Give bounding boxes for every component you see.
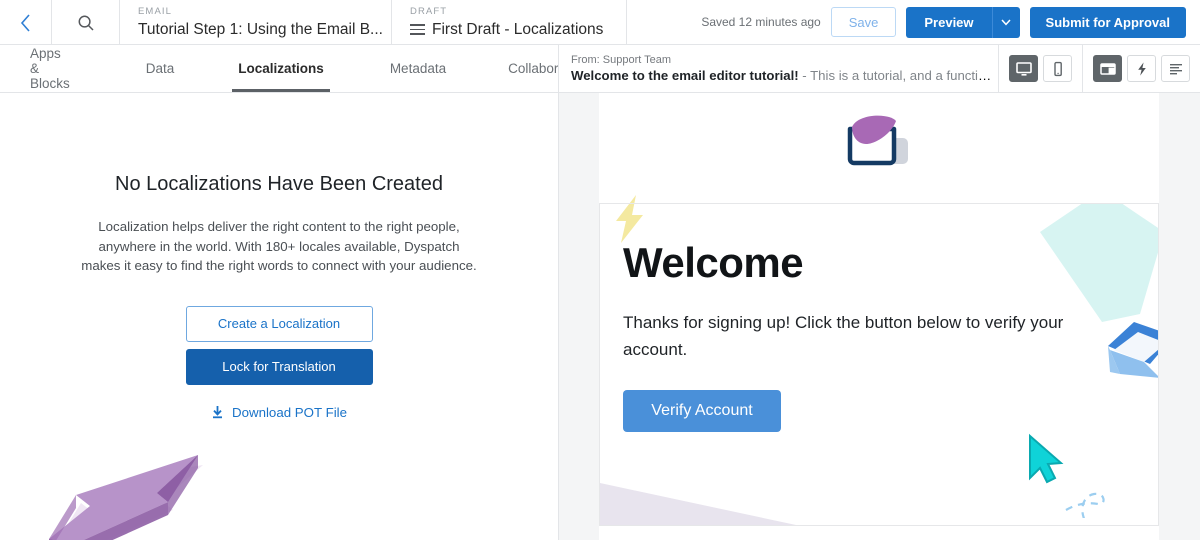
preview-from: From: Support Team	[571, 54, 672, 66]
download-pot-file-label: Download POT File	[231, 404, 348, 420]
saved-status: Saved 12 minutes ago	[701, 15, 821, 29]
tab-data[interactable]: Data	[144, 45, 177, 92]
draft-selector[interactable]: DRAFT First Draft - Localizations	[392, 0, 627, 45]
tab-apps-and-blocks[interactable]: Apps & Blocks	[28, 45, 72, 92]
search-button[interactable]	[52, 0, 120, 45]
empty-state-title: No Localizations Have Been Created	[115, 173, 443, 195]
empty-state-actions: Create a Localization Lock for Translati…	[0, 305, 558, 385]
preview-snippet: This is a tutorial, and a functioning ..…	[810, 68, 998, 83]
top-bar: EMAIL Tutorial Step 1: Using the Email B…	[0, 0, 1200, 45]
layout-view-button[interactable]	[1093, 55, 1122, 82]
draft-eyebrow: DRAFT	[410, 5, 448, 17]
device-toggle-group	[998, 44, 1082, 93]
submit-for-approval-button[interactable]: Submit for Approval	[1029, 6, 1186, 38]
hamburger-icon	[410, 24, 425, 35]
layout-view-icon	[1099, 62, 1116, 75]
search-icon	[78, 15, 94, 31]
desktop-view-icon	[1015, 61, 1032, 76]
save-button[interactable]: Save	[830, 7, 897, 37]
chevron-left-icon	[20, 13, 30, 32]
desktop-view-button[interactable]	[1009, 55, 1038, 82]
back-button[interactable]	[0, 0, 52, 45]
mobile-view-icon	[1053, 61, 1062, 76]
empty-state-description: Localization helps deliver the right con…	[81, 219, 477, 273]
lock-for-translation-button[interactable]: Lock for Translation	[185, 348, 373, 385]
cyan-pentagon-decoration-icon	[1040, 204, 1158, 322]
text-lines-icon	[1169, 63, 1182, 74]
preview-split-button: Preview	[906, 6, 1020, 38]
lightning-button[interactable]	[1127, 55, 1156, 82]
draft-title-row: First Draft - Localizations	[410, 20, 603, 40]
email-canvas: Welcome Thanks for signing up! Click the…	[559, 93, 1200, 540]
preview-separator: -	[798, 68, 811, 83]
preview-subject: Welcome to the email editor tutorial!	[571, 68, 799, 83]
email-preview-panel: From: Support Team Welcome to the email …	[558, 44, 1200, 540]
email-logo	[599, 93, 1159, 171]
lavender-triangle-decoration-icon	[600, 483, 796, 525]
email-paragraph: Thanks for signing up! Click the button …	[623, 313, 1064, 359]
editor-view-group	[1082, 44, 1200, 93]
empty-state: No Localizations Have Been Created Local…	[0, 93, 558, 425]
download-icon	[212, 405, 222, 418]
email-title: Tutorial Step 1: Using the Email B...	[138, 20, 383, 38]
email-selector[interactable]: EMAIL Tutorial Step 1: Using the Email B…	[120, 0, 392, 45]
draft-title: First Draft - Localizations	[432, 20, 604, 38]
tab-localizations[interactable]: Localizations	[232, 45, 330, 92]
blue-envelope-decoration-icon	[1108, 322, 1158, 378]
localizations-panel: No Localizations Have Been Created Local…	[0, 93, 558, 540]
text-lines-button[interactable]	[1161, 55, 1190, 82]
purple-arrow-cursor-icon	[49, 455, 203, 540]
email-heading: Welcome	[623, 239, 804, 286]
chevron-down-icon	[1001, 18, 1011, 26]
preview-subject-line: Welcome to the email editor tutorial! - …	[571, 67, 998, 84]
preview-subject-block: From: Support Team Welcome to the email …	[571, 53, 998, 84]
email-content-card: Welcome Thanks for signing up! Click the…	[599, 203, 1159, 526]
app-root: EMAIL Tutorial Step 1: Using the Email B…	[0, 0, 1200, 540]
mobile-view-button[interactable]	[1043, 55, 1072, 82]
preview-toolbar	[998, 44, 1200, 93]
teal-cursor-decoration-icon	[1029, 433, 1105, 518]
envelope-logo-icon	[847, 115, 908, 166]
editor-tabs: Apps & Blocks Data Localizations Metadat…	[0, 45, 577, 93]
create-a-localization-button[interactable]: Create a Localization	[185, 305, 373, 342]
topbar-actions: Saved 12 minutes ago Save Preview Submit…	[701, 0, 1200, 44]
tab-metadata[interactable]: Metadata	[388, 45, 448, 92]
preview-header: From: Support Team Welcome to the email …	[559, 44, 1200, 93]
lightning-icon	[1137, 61, 1146, 76]
email-eyebrow: EMAIL	[138, 5, 173, 17]
preview-dropdown-toggle[interactable]	[991, 6, 1020, 38]
download-pot-file-link[interactable]: Download POT File	[211, 405, 347, 420]
preview-button[interactable]: Preview	[906, 6, 992, 38]
verify-account-button[interactable]: Verify Account	[623, 390, 781, 432]
